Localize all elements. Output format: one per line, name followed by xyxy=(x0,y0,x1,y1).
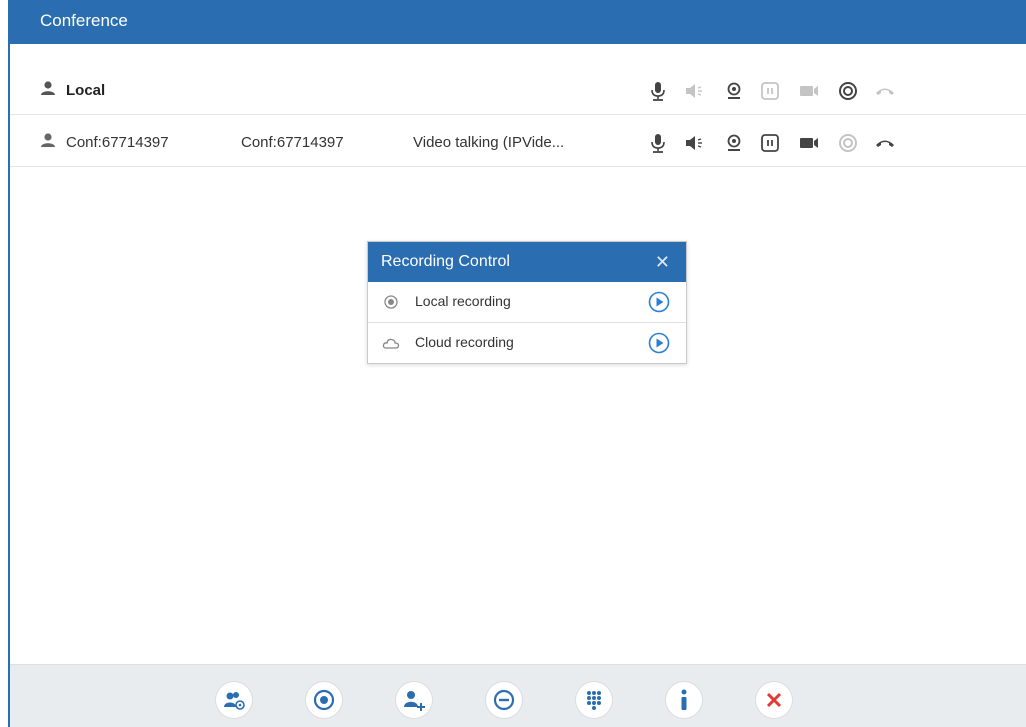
record-status-icon[interactable] xyxy=(837,132,859,154)
video-icon[interactable] xyxy=(798,132,820,154)
record-dot-icon xyxy=(384,295,398,309)
conference-toolbar xyxy=(10,664,1026,727)
window-title: Conference xyxy=(40,11,128,30)
person-icon xyxy=(41,81,55,95)
recording-control-dialog: Recording Control ✕ Local recording Clou… xyxy=(367,241,687,364)
play-icon[interactable] xyxy=(648,332,670,354)
video-icon[interactable] xyxy=(798,80,820,102)
record-icon[interactable] xyxy=(306,682,342,718)
record-status-icon[interactable] xyxy=(837,80,859,102)
dialog-title: Recording Control xyxy=(381,253,510,270)
remove-member-icon[interactable] xyxy=(486,682,522,718)
person-icon xyxy=(41,133,55,147)
cloud-icon xyxy=(382,338,400,349)
manage-members-icon[interactable] xyxy=(216,682,252,718)
participant-number: Conf:67714397 xyxy=(241,134,344,151)
dialog-header: Recording Control ✕ xyxy=(368,242,686,282)
title-bar: Conference xyxy=(10,0,1026,44)
participant-row: Conf:67714397 Conf:67714397 Video talkin… xyxy=(10,120,1026,167)
play-icon[interactable] xyxy=(648,291,670,313)
participant-name: Conf:67714397 xyxy=(66,134,169,151)
speaker-icon[interactable] xyxy=(683,132,705,154)
participant-row: Local xyxy=(10,68,1026,115)
add-member-icon[interactable] xyxy=(396,682,432,718)
camera-icon[interactable] xyxy=(723,80,745,102)
microphone-icon[interactable] xyxy=(647,132,669,154)
local-recording-option[interactable]: Local recording xyxy=(368,282,686,323)
speaker-icon[interactable] xyxy=(683,80,705,102)
option-label: Local recording xyxy=(415,293,511,309)
end-conference-icon[interactable] xyxy=(756,682,792,718)
participant-status: Video talking (IPVide... xyxy=(413,134,565,151)
close-icon[interactable]: ✕ xyxy=(655,252,670,273)
hang-up-icon[interactable] xyxy=(874,132,896,154)
camera-icon[interactable] xyxy=(723,132,745,154)
option-label: Cloud recording xyxy=(415,334,514,350)
cloud-recording-option[interactable]: Cloud recording xyxy=(368,323,686,363)
participant-name: Local xyxy=(66,82,106,99)
info-icon[interactable] xyxy=(666,682,702,718)
hang-up-icon[interactable] xyxy=(874,80,896,102)
dialpad-icon[interactable] xyxy=(576,682,612,718)
hold-icon[interactable] xyxy=(759,132,781,154)
microphone-icon[interactable] xyxy=(647,80,669,102)
hold-icon[interactable] xyxy=(759,80,781,102)
